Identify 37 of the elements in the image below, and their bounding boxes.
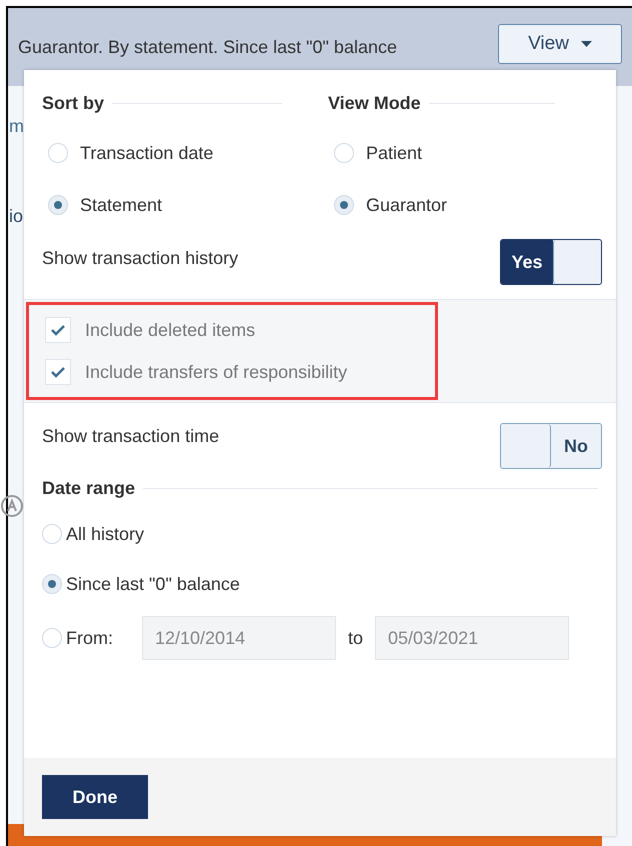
radio-label: Statement (80, 194, 162, 216)
radio-label: Since last "0" balance (66, 572, 240, 596)
radio-label: Guarantor (366, 194, 448, 216)
radio-button[interactable] (334, 143, 354, 163)
text-fragment: io (8, 206, 24, 226)
toggle-label: No (551, 424, 601, 468)
radio-button[interactable] (334, 195, 354, 215)
radio-button[interactable] (42, 628, 62, 648)
checkmark-icon (50, 324, 66, 336)
checkbox-label: Include deleted items (85, 318, 256, 342)
radio-button[interactable] (48, 195, 68, 215)
setting-label: Show transaction time (42, 425, 220, 448)
radio-button[interactable] (42, 524, 62, 544)
view-summary: Guarantor. By statement. Since last "0" balance (18, 36, 397, 59)
radio-button[interactable] (48, 143, 68, 163)
radio-button[interactable] (42, 574, 62, 594)
section-title: View Mode (328, 92, 421, 115)
view-button[interactable]: View (498, 24, 622, 64)
toggle-label: Yes (501, 240, 553, 284)
text-fragment: m (8, 116, 25, 136)
toggle-switch[interactable]: No (500, 423, 602, 469)
setting-label: Show transaction history (42, 247, 238, 270)
done-button[interactable]: Done (42, 775, 148, 819)
caret-icon (580, 41, 592, 47)
toggle-switch[interactable]: Yes (500, 239, 602, 285)
radio-label: From: (66, 626, 114, 650)
radio-label: All history (66, 522, 144, 546)
circle-a-icon (0, 494, 24, 518)
range-separator: to (347, 626, 364, 650)
checkbox[interactable] (45, 317, 71, 343)
radio-label: Transaction date (80, 142, 214, 164)
checkmark-icon (50, 366, 66, 378)
section-title: Date range (42, 477, 136, 500)
checkbox[interactable] (45, 359, 71, 385)
section-title: Sort by (42, 92, 104, 115)
radio-label: Patient (366, 142, 422, 164)
checkbox-label: Include transfers of responsibility (85, 360, 348, 384)
